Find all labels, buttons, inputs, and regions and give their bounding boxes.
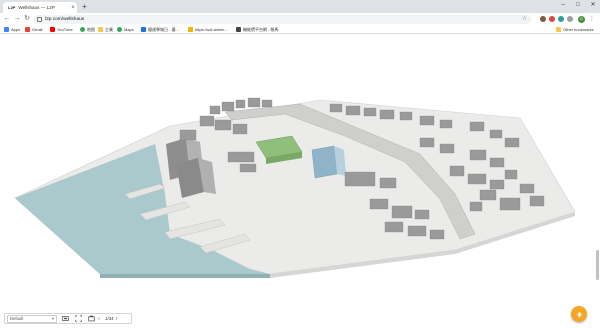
view-page-indicator: 1/34 — [105, 316, 114, 321]
bookmark-item[interactable]: 企業 — [98, 26, 113, 33]
model-viewer[interactable]: Default ▾ ‹ 1/34 › — [0, 34, 600, 328]
city-model-scene[interactable] — [0, 34, 600, 328]
bookmark-item[interactable]: 機能價平台網 - 帳馬 — [236, 26, 279, 33]
site-icon — [141, 27, 146, 32]
back-button[interactable]: ← — [2, 14, 12, 24]
site-icon — [236, 27, 241, 32]
view-select[interactable]: Default ▾ — [7, 314, 57, 323]
bookmark-star-icon[interactable]: ☆ — [522, 15, 527, 24]
camera-views-icon — [87, 315, 95, 322]
folder-icon — [556, 27, 561, 32]
page-scrollbar[interactable] — [596, 250, 599, 280]
help-button[interactable] — [571, 306, 587, 322]
bookmark-item[interactable]: Gmail — [25, 26, 42, 33]
close-window-button[interactable]: ✕ — [586, 0, 600, 11]
fullscreen-button[interactable] — [73, 314, 83, 323]
bookmark-item[interactable]: 地图 — [80, 26, 95, 33]
apps-grid-icon — [4, 27, 9, 32]
extension-icon[interactable] — [558, 16, 564, 22]
chevron-down-icon: ▾ — [51, 316, 54, 321]
viewer-toolbar: Default ▾ ‹ 1/34 › — [4, 313, 132, 324]
extension-icon[interactable] — [567, 16, 573, 22]
tab-close-icon[interactable]: × — [69, 5, 77, 11]
tab-title: Wellshaus — L2P — [18, 5, 55, 10]
youtube-icon — [50, 27, 55, 32]
map-pin-icon — [117, 27, 122, 32]
site-favicon-icon: L2P — [8, 5, 16, 10]
maximize-button[interactable]: □ — [571, 0, 585, 11]
bookmarks-bar: Apps Gmail YouTube 地图 企業 Maps 優達學城日 - 優.… — [0, 25, 600, 34]
views-button[interactable] — [86, 314, 96, 323]
lock-icon — [37, 16, 42, 22]
bookmark-item[interactable]: 優達學城日 - 優... — [141, 26, 179, 33]
extension-icon[interactable] — [549, 16, 555, 22]
bookmark-item[interactable]: https://udi.admin... — [188, 26, 228, 33]
other-bookmarks[interactable]: Other bookmarks — [556, 26, 594, 33]
forward-button[interactable]: → — [12, 14, 22, 24]
bookmark-item[interactable]: Maps — [117, 26, 134, 33]
next-view-button[interactable]: › — [114, 316, 120, 322]
folder-icon — [98, 27, 103, 32]
new-tab-button[interactable]: + — [80, 2, 89, 11]
profile-avatar[interactable]: G — [578, 15, 585, 23]
layers-button[interactable] — [60, 314, 70, 323]
fullscreen-icon — [74, 315, 82, 322]
reload-button[interactable]: ↻ — [22, 14, 32, 24]
bookmark-item[interactable]: Apps — [4, 26, 20, 33]
browser-menu-icon[interactable]: ⋮ — [589, 14, 595, 24]
site-icon — [188, 27, 193, 32]
up-arrow-icon — [576, 311, 582, 317]
water-edge — [100, 274, 270, 278]
previous-view-button[interactable]: ‹ — [96, 316, 102, 322]
extension-icon[interactable] — [540, 16, 546, 22]
address-bar[interactable]: l2p.com/wellshaus ☆ — [33, 14, 531, 24]
url-text: l2p.com/wellshaus — [45, 16, 85, 22]
minimize-button[interactable]: – — [556, 0, 570, 11]
layers-icon — [61, 316, 69, 321]
gmail-icon — [25, 27, 30, 32]
browser-toolbar: ← → ↻ l2p.com/wellshaus ☆ G ⋮ — [0, 13, 600, 25]
tab-strip: L2P Wellshaus — L2P × + – □ ✕ — [0, 0, 600, 13]
bookmark-item[interactable]: YouTube — [50, 26, 73, 33]
browser-tab[interactable]: L2P Wellshaus — L2P × — [3, 2, 77, 13]
map-pin-icon — [80, 27, 85, 32]
